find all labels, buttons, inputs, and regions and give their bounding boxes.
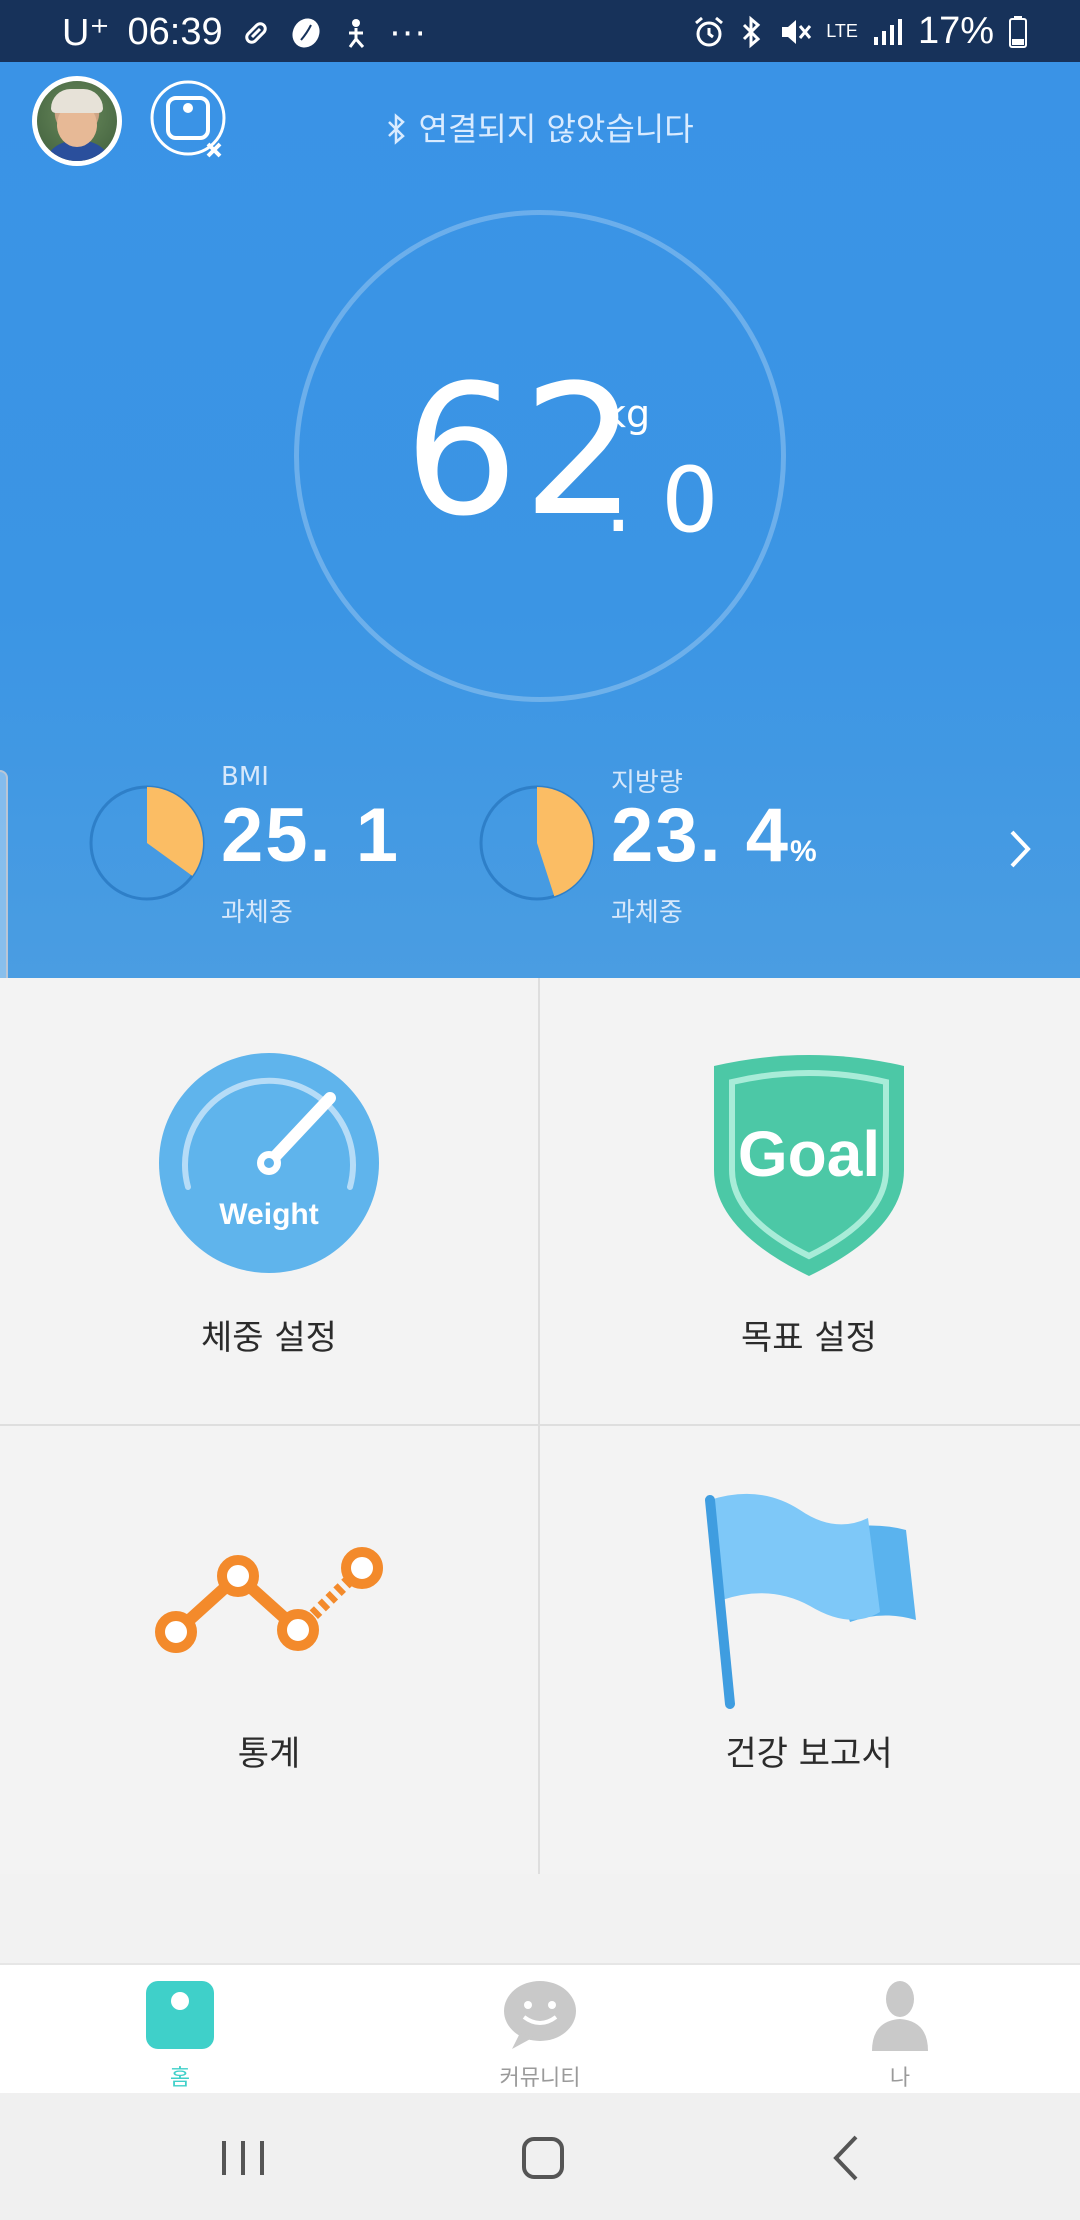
person-icon bbox=[872, 1981, 928, 2051]
nav-me[interactable]: 나 bbox=[800, 1965, 1000, 2095]
weight-decimal: . 0 bbox=[604, 448, 719, 553]
goal-icon-text: Goal bbox=[738, 1118, 880, 1190]
nav-community-label: 커뮤니티 bbox=[499, 2066, 581, 2091]
nav-me-label: 나 bbox=[889, 2066, 911, 2091]
nav-community[interactable]: 커뮤니티 bbox=[440, 1965, 640, 2095]
body-fat-number: 23. 4 bbox=[611, 793, 791, 878]
status-bar: U⁺ 06:39 ··· LTE 17% bbox=[0, 0, 1080, 62]
more-notifications-icon: ··· bbox=[388, 11, 427, 53]
signal-icon bbox=[872, 17, 904, 47]
goal-setting-label: 목표 설정 bbox=[741, 1318, 877, 1358]
bottom-navigation: 홈 커뮤니티 나 bbox=[0, 1963, 1080, 2093]
goal-setting-tile[interactable]: Goal 목표 설정 bbox=[540, 978, 1078, 1424]
weight-setting-label: 체중 설정 bbox=[201, 1318, 337, 1358]
body-fat-pie-slice bbox=[537, 787, 593, 897]
statistics-line-icon bbox=[155, 1547, 383, 1653]
bluetooth-small-icon bbox=[386, 108, 418, 146]
flag-icon bbox=[705, 1493, 916, 1709]
connection-status-text: 연결되지 않았습니다 bbox=[418, 110, 694, 148]
home-button[interactable] bbox=[508, 2123, 578, 2193]
health-report-label: 건강 보고서 bbox=[725, 1734, 893, 1774]
body-fat-metric[interactable]: 지방량 23. 4% 과체중 bbox=[478, 762, 838, 928]
battery-icon bbox=[1008, 15, 1028, 49]
chevron-right-icon bbox=[1010, 830, 1031, 868]
system-navigation-bar bbox=[0, 2093, 1080, 2220]
scale-home-icon bbox=[146, 1981, 214, 2049]
goal-shield-icon: Goal bbox=[714, 1055, 904, 1276]
home-square-icon bbox=[522, 2137, 564, 2179]
back-chevron-icon bbox=[833, 2135, 858, 2181]
body-fat-unit: % bbox=[790, 835, 819, 868]
carrier-label: U⁺ bbox=[62, 12, 110, 54]
battery-percent: 17% bbox=[917, 10, 994, 52]
back-button[interactable] bbox=[812, 2123, 882, 2193]
weight-setting-tile[interactable]: Weight 체중 설정 bbox=[0, 978, 538, 1424]
bean-icon bbox=[289, 16, 323, 50]
bmi-label: BMI bbox=[221, 762, 269, 792]
nav-home-label: 홈 bbox=[169, 2066, 191, 2091]
alarm-icon bbox=[692, 15, 726, 49]
bmi-pie-slice bbox=[147, 787, 203, 876]
body-fat-pie-chart bbox=[479, 785, 595, 901]
menu-grid: Weight 체중 설정 Goal 목표 설정 통계 건강 보고서 bbox=[0, 978, 1080, 1874]
next-metrics-button[interactable] bbox=[1000, 826, 1040, 872]
body-fat-status: 과체중 bbox=[611, 898, 683, 928]
bmi-pie-chart bbox=[89, 785, 205, 901]
health-report-tile[interactable]: 건강 보고서 bbox=[540, 1426, 1078, 1872]
bmi-metric[interactable]: BMI 25. 1 과체중 bbox=[88, 762, 408, 928]
statistics-tile[interactable]: 통계 bbox=[0, 1426, 538, 1872]
lte-label: LTE bbox=[826, 21, 858, 41]
bluetooth-icon bbox=[740, 15, 764, 49]
nav-home[interactable]: 홈 bbox=[80, 1965, 280, 2095]
weight-unit: kg bbox=[604, 392, 651, 436]
clock: 06:39 bbox=[127, 11, 223, 53]
recent-apps-icon bbox=[222, 2141, 264, 2175]
mute-icon bbox=[778, 15, 812, 49]
weight-icon-text: Weight bbox=[219, 1198, 318, 1231]
body-fat-value: 23. 4% bbox=[611, 792, 819, 879]
figure-icon bbox=[341, 17, 371, 49]
recent-apps-button[interactable] bbox=[208, 2123, 278, 2193]
bmi-value: 25. 1 bbox=[221, 793, 401, 878]
statistics-label: 통계 bbox=[237, 1734, 301, 1774]
weight-summary-panel: 연결되지 않았습니다 62 kg . 0 BMI 25. 1 과체중 지방량 2… bbox=[0, 62, 1080, 978]
bmi-status: 과체중 bbox=[221, 898, 293, 928]
weight-gauge-icon: Weight bbox=[159, 1053, 379, 1273]
chat-bubble-icon bbox=[504, 1981, 576, 2049]
connection-status: 연결되지 않았습니다 bbox=[0, 104, 1080, 150]
pill-icon bbox=[241, 18, 271, 48]
